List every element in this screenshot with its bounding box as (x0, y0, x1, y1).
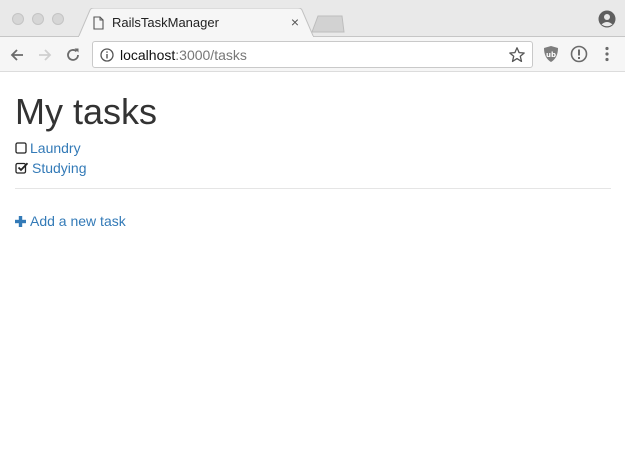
ublock-icon[interactable]: ub (543, 45, 559, 63)
star-icon[interactable] (508, 46, 526, 64)
new-tab-icon[interactable] (310, 15, 346, 33)
close-icon[interactable]: × (287, 14, 303, 30)
reload-icon[interactable] (63, 45, 83, 65)
unchecked-checkbox-icon[interactable] (15, 142, 27, 154)
list-item: Laundry (15, 138, 611, 158)
divider (15, 188, 611, 189)
add-task-label: Add a new task (30, 213, 126, 229)
maximize-window-button[interactable] (52, 13, 64, 25)
tab-title: RailsTaskManager (112, 15, 219, 30)
page-icon (93, 16, 104, 30)
svg-text:ub: ub (546, 51, 556, 59)
task-link-laundry[interactable]: Laundry (30, 140, 81, 156)
url-host: localhost (120, 47, 176, 63)
page-title: My tasks (15, 91, 158, 132)
url-path: :3000/tasks (175, 47, 247, 63)
list-item: Studying (15, 158, 611, 178)
close-window-button[interactable] (12, 13, 24, 25)
url-text: localhost:3000/tasks (120, 47, 247, 63)
back-icon[interactable] (7, 45, 27, 65)
page-content: My tasks Laundry Studying Add a new task (15, 88, 611, 229)
address-bar[interactable]: localhost:3000/tasks (92, 41, 533, 68)
plus-icon (15, 215, 26, 227)
forward-icon[interactable] (35, 45, 55, 65)
add-task-link[interactable]: Add a new task (15, 213, 611, 229)
minimize-window-button[interactable] (32, 13, 44, 25)
profile-icon[interactable] (598, 10, 616, 28)
task-list: Laundry Studying (15, 138, 611, 178)
active-tab[interactable]: RailsTaskManager × (78, 8, 314, 38)
browser-window: RailsTaskManager × localhost:3000/tasks … (0, 0, 625, 463)
checked-checkbox-icon[interactable] (15, 162, 29, 174)
browser-toolbar: localhost:3000/tasks ub (0, 37, 625, 72)
menu-icon[interactable] (598, 45, 616, 63)
info-icon[interactable] (100, 48, 114, 62)
extension-icon[interactable] (570, 45, 588, 63)
task-link-studying[interactable]: Studying (32, 160, 86, 176)
tab-strip: RailsTaskManager × (0, 0, 625, 38)
